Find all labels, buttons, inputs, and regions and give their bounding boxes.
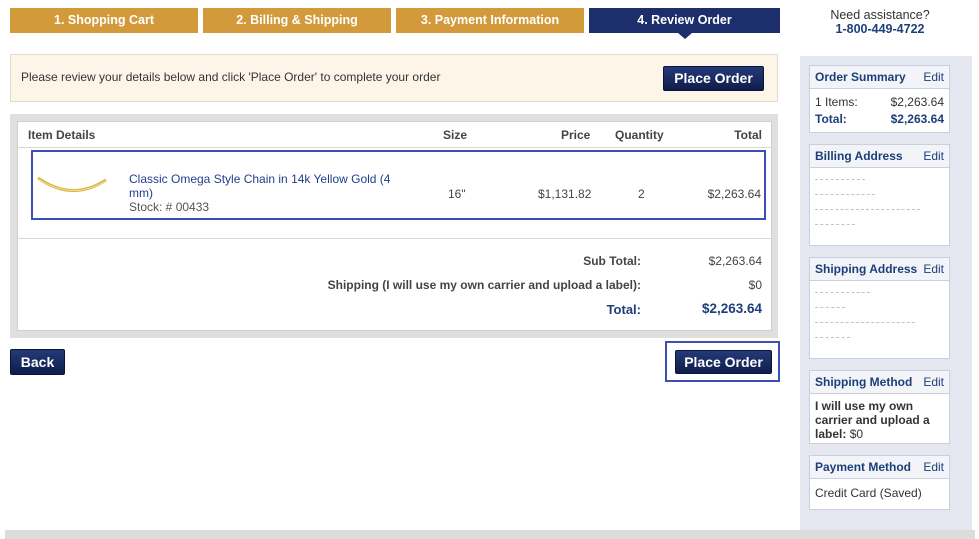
- sidebar: Order Summary Edit 1 Items: $2,263.64 Tot…: [800, 56, 972, 531]
- shipping-label: Shipping (I will use my own carrier and …: [327, 278, 641, 292]
- order-summary-panel: Order Summary Edit 1 Items: $2,263.64 Tot…: [809, 65, 950, 133]
- shipping-method-panel: Shipping Method Edit I will use my own c…: [809, 370, 950, 444]
- shipping-address-panel: Shipping Address Edit: [809, 257, 950, 359]
- place-order-button-top[interactable]: Place Order: [663, 66, 764, 91]
- billing-address-title: Billing Address: [815, 149, 903, 163]
- summary-total-value: $2,263.64: [890, 112, 944, 126]
- assistance-phone[interactable]: 1-800-449-4722: [800, 22, 960, 36]
- place-order-highlight: Place Order: [665, 341, 780, 382]
- step-shopping-cart[interactable]: 1. Shopping Cart: [10, 8, 198, 33]
- order-summary-edit-link[interactable]: Edit: [923, 70, 944, 84]
- checkout-steps: 1. Shopping Cart 2. Billing & Shipping 3…: [10, 8, 780, 39]
- item-quantity: 2: [638, 187, 645, 201]
- header-item-details: Item Details: [28, 128, 96, 142]
- header-total: Total: [734, 128, 762, 142]
- total-label: Total:: [606, 302, 641, 317]
- header-price: Price: [561, 128, 591, 142]
- review-message: Please review your details below and cli…: [21, 70, 441, 84]
- header-quantity: Quantity: [615, 128, 664, 142]
- shipping-method-title: Shipping Method: [815, 375, 913, 389]
- items-count-label: 1 Items:: [815, 95, 858, 109]
- total-value: $2,263.64: [701, 301, 762, 316]
- header-size: Size: [443, 128, 468, 142]
- summary-total-label: Total:: [815, 112, 847, 126]
- header-divider: [18, 147, 771, 148]
- billing-address-panel: Billing Address Edit: [809, 144, 950, 246]
- item-stock: Stock: # 00433: [129, 200, 210, 214]
- billing-address-redacted: [810, 168, 949, 244]
- items-count-value: $2,263.64: [890, 95, 944, 109]
- payment-method-panel: Payment Method Edit Credit Card (Saved): [809, 455, 950, 510]
- payment-method-text: Credit Card (Saved): [815, 486, 922, 500]
- payment-method-title: Payment Method: [815, 460, 912, 474]
- step-review-order: 4. Review Order: [589, 8, 780, 39]
- footer-bar: [5, 530, 975, 539]
- step-billing-shipping[interactable]: 2. Billing & Shipping: [203, 8, 391, 33]
- item-price: $1,131.82: [538, 187, 592, 201]
- back-button[interactable]: Back: [10, 349, 65, 375]
- shipping-method-value: $0: [849, 427, 864, 441]
- order-summary-title: Order Summary: [815, 70, 906, 84]
- summary-divider: [18, 238, 771, 239]
- subtotal-label: Sub Total:: [583, 254, 641, 268]
- cart-panel: Item Details Size Price Quantity Total C…: [10, 114, 778, 338]
- cart-table: Item Details Size Price Quantity Total C…: [17, 121, 772, 331]
- shipping-method-edit-link[interactable]: Edit: [923, 375, 944, 389]
- item-total: $2,263.64: [707, 187, 761, 201]
- assistance-label: Need assistance?: [830, 8, 930, 22]
- payment-method-edit-link[interactable]: Edit: [923, 460, 944, 474]
- step-payment-information[interactable]: 3. Payment Information: [396, 8, 584, 33]
- table-row: Classic Omega Style Chain in 14k Yellow …: [31, 150, 766, 220]
- subtotal-value: $2,263.64: [708, 254, 762, 268]
- shipping-value: $0: [748, 278, 762, 292]
- item-name-link[interactable]: Classic Omega Style Chain in 14k Yellow …: [129, 172, 399, 200]
- shipping-method-text: I will use my own carrier and upload a l…: [815, 399, 930, 441]
- shipping-address-title: Shipping Address: [815, 262, 918, 276]
- item-size: 16": [448, 187, 466, 201]
- place-order-button[interactable]: Place Order: [675, 350, 772, 374]
- chain-product-image[interactable]: [36, 172, 108, 198]
- assistance: Need assistance? 1-800-449-4722: [800, 8, 960, 36]
- billing-address-edit-link[interactable]: Edit: [923, 149, 944, 163]
- shipping-address-edit-link[interactable]: Edit: [923, 262, 944, 276]
- shipping-address-redacted: [810, 281, 949, 357]
